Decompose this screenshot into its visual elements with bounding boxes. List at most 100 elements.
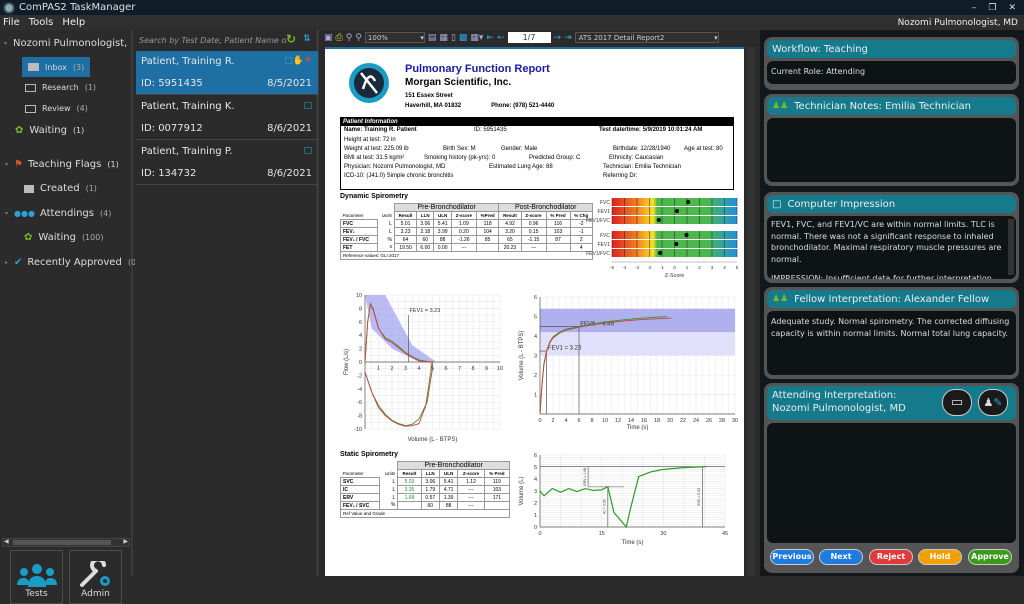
menu-file[interactable]: File <box>3 17 20 28</box>
fit-page-icon[interactable]: ▦ <box>439 33 448 43</box>
page-number-input[interactable]: 1/7 <box>507 32 551 43</box>
first-page-icon[interactable]: ⇤ <box>486 33 494 43</box>
sidebar-item-attendings-waiting[interactable]: ✿ Waiting (100) <box>24 232 103 243</box>
sidebar-item-teaching-flags[interactable]: ▾ ⚑ Teaching Flags (1) <box>5 159 119 170</box>
single-page-icon[interactable]: ▯ <box>451 33 456 43</box>
table-cell: 60 <box>416 235 435 244</box>
table-cell: 1.68 <box>397 493 422 502</box>
sidebar-item-label: Created <box>40 183 80 194</box>
y-tick-label: 1 <box>534 513 537 519</box>
collapse-icon[interactable]: ▾ <box>5 161 8 168</box>
sidebar-item-count: (4) <box>76 104 88 113</box>
sidebar-item-label: Attendings <box>39 208 94 219</box>
scroll-right-icon[interactable]: ▶ <box>123 538 128 545</box>
previous-button[interactable]: Previous <box>770 549 814 565</box>
phone: Phone: (978) 521-4440 <box>491 103 555 109</box>
edit-interpretation-button[interactable]: ♟✎ <box>978 389 1008 416</box>
table-cell: 116 <box>545 219 571 228</box>
svc-chart: 0 15 30 450123456Time (s)Volume (L) ERV = 1.… <box>519 453 728 546</box>
collapse-icon[interactable]: ▾ <box>4 40 7 47</box>
table-row: FEV₁ L 3.23 2.18 3.99 0.20 104 3.20 0.15 103 -1 <box>340 227 594 236</box>
search-input[interactable]: Search by Test Date, Patient Name or Pat… <box>137 32 287 48</box>
sidebar-item-count: (1) <box>72 126 85 135</box>
horizontal-scrollbar[interactable]: ◀ ▶ <box>2 538 130 547</box>
close-icon[interactable]: ✕ <box>1008 3 1016 13</box>
x-tick-label: 6 <box>444 366 447 372</box>
table-cell: L <box>392 494 396 501</box>
lung-age: Estimated Lung Age: 88 <box>489 164 553 170</box>
table-cell: 118 <box>475 219 500 228</box>
patient-list-item[interactable]: Patient, Training K. □ ID: 0077912 8/6/2… <box>136 96 318 140</box>
hold-button[interactable]: Hold <box>918 549 962 565</box>
sidebar-item-inbox[interactable]: Inbox (3) <box>22 57 91 77</box>
zoom-select[interactable]: 100% ▾ <box>364 32 425 43</box>
reject-button[interactable]: Reject <box>869 549 913 565</box>
approve-button[interactable]: Approve <box>968 549 1012 565</box>
technician-notes-card: ♟♟ Technician Notes: Emilia Technician <box>764 94 1019 186</box>
print-icon[interactable]: ⎙ <box>336 33 343 43</box>
smoking-history: Smoking history (pk-yrs): 0 <box>424 155 496 161</box>
dropdown-arrow-icon: ▾ <box>714 33 718 42</box>
technician-notes-body[interactable] <box>767 118 1016 182</box>
table-cell: L <box>392 486 396 493</box>
multi-page-icon[interactable]: ▦▾ <box>470 33 483 43</box>
report-select[interactable]: ATS 2017 Detail Report2 ▾ <box>574 32 719 43</box>
prev-page-icon[interactable]: ← <box>497 33 505 43</box>
sidebar-item-review[interactable]: Review (4) <box>25 104 88 113</box>
computer-impression-body[interactable]: FEV1, FVC, and FEV1/VC are within normal… <box>767 216 1016 279</box>
sidebar-item-waiting[interactable]: ✿ Waiting (1) <box>15 125 84 136</box>
x-tick-label: 16 <box>641 418 647 424</box>
minimize-icon[interactable]: – <box>972 3 977 13</box>
patient-list-item[interactable]: Patient, Training R. □✋⚑ ID: 5951435 8/5… <box>136 51 318 95</box>
expand-icon[interactable]: ▸ <box>5 259 8 266</box>
refresh-icon[interactable]: ↻ <box>286 32 296 46</box>
impression-scrollbar[interactable] <box>1008 219 1014 275</box>
export-icon[interactable]: ▣ <box>324 33 333 43</box>
patient-list-item[interactable]: Patient, Training P. □ ID: 134732 8/6/20… <box>136 141 318 185</box>
patient-info-header: Patient Information <box>341 118 733 126</box>
sidebar-item-research[interactable]: Research (1) <box>25 83 96 92</box>
sidebar-item-attendings[interactable]: ▾ ●●● Attendings (4) <box>5 208 111 219</box>
zoom-in-icon[interactable]: ⚲ <box>355 33 362 43</box>
table-header: ULN <box>433 211 452 220</box>
fit-width-icon[interactable]: ▤ <box>428 33 437 43</box>
sidebar-item-label: Waiting <box>38 232 76 243</box>
scrollbar-thumb[interactable] <box>13 540 111 545</box>
users-icon: ●●● <box>14 209 35 218</box>
svc-annotation: SVC = 5.03 <box>697 488 701 506</box>
folder-tree: ▾ Nozomi Pulmonologist, MD Inbox (3) Res… <box>0 30 139 604</box>
menu-help[interactable]: Help <box>62 17 85 28</box>
sidebar-item-created[interactable]: Created (1) <box>24 183 97 194</box>
computer-impression-insert-button[interactable]: ▭ <box>942 389 972 416</box>
last-page-icon[interactable]: ⇥ <box>564 33 572 43</box>
continuous-icon[interactable]: ▩ <box>459 33 468 43</box>
zoom-out-icon[interactable]: ⚲ <box>346 33 353 43</box>
sidebar-item-recently-approved[interactable]: ▸ ✔ Recently Approved (0) <box>5 257 139 268</box>
next-page-icon[interactable]: → <box>554 33 562 43</box>
attending-interpretation-input[interactable] <box>767 423 1016 543</box>
y-tick-label: 0 <box>359 360 362 366</box>
menu-tools[interactable]: Tools <box>29 17 54 28</box>
vertical-scrollbar[interactable] <box>747 47 755 576</box>
x-tick-label: 30 <box>732 418 738 424</box>
tree-root[interactable]: ▾ Nozomi Pulmonologist, MD <box>4 38 128 49</box>
y-axis-label: Volume (L) <box>519 476 525 505</box>
report-viewer: ▣ ⎙ ⚲ ⚲ 100% ▾ ▤ ▦ ▯ ▩ ▦▾ ⇤ ← 1/7 → ⇥ ATS… <box>320 30 756 576</box>
restore-icon[interactable]: ❐ <box>988 3 996 13</box>
fellow-interpretation-body[interactable]: Adequate study. Normal spirometry. The c… <box>767 311 1016 375</box>
collapse-icon[interactable]: ▾ <box>5 210 8 217</box>
y-tick-label: 4 <box>534 477 537 483</box>
table-cell: --- <box>457 485 485 494</box>
tests-button[interactable]: Tests <box>10 550 63 604</box>
admin-button[interactable]: Admin <box>69 550 122 604</box>
table-cell: 5.41 <box>438 477 459 486</box>
sidebar-item-count: (1) <box>107 160 119 169</box>
table-group-header: Pre-Bronchodilator <box>393 203 500 212</box>
scroll-left-icon[interactable]: ◀ <box>4 538 9 545</box>
sort-icon[interactable]: ⇅ <box>303 34 311 44</box>
patient-id: ID: 5951435 <box>141 78 203 89</box>
x-tick-label: 24 <box>693 418 699 424</box>
next-button[interactable]: Next <box>819 549 863 565</box>
zscore-category-label: FVC <box>600 200 610 206</box>
table-cell: s <box>389 244 392 251</box>
